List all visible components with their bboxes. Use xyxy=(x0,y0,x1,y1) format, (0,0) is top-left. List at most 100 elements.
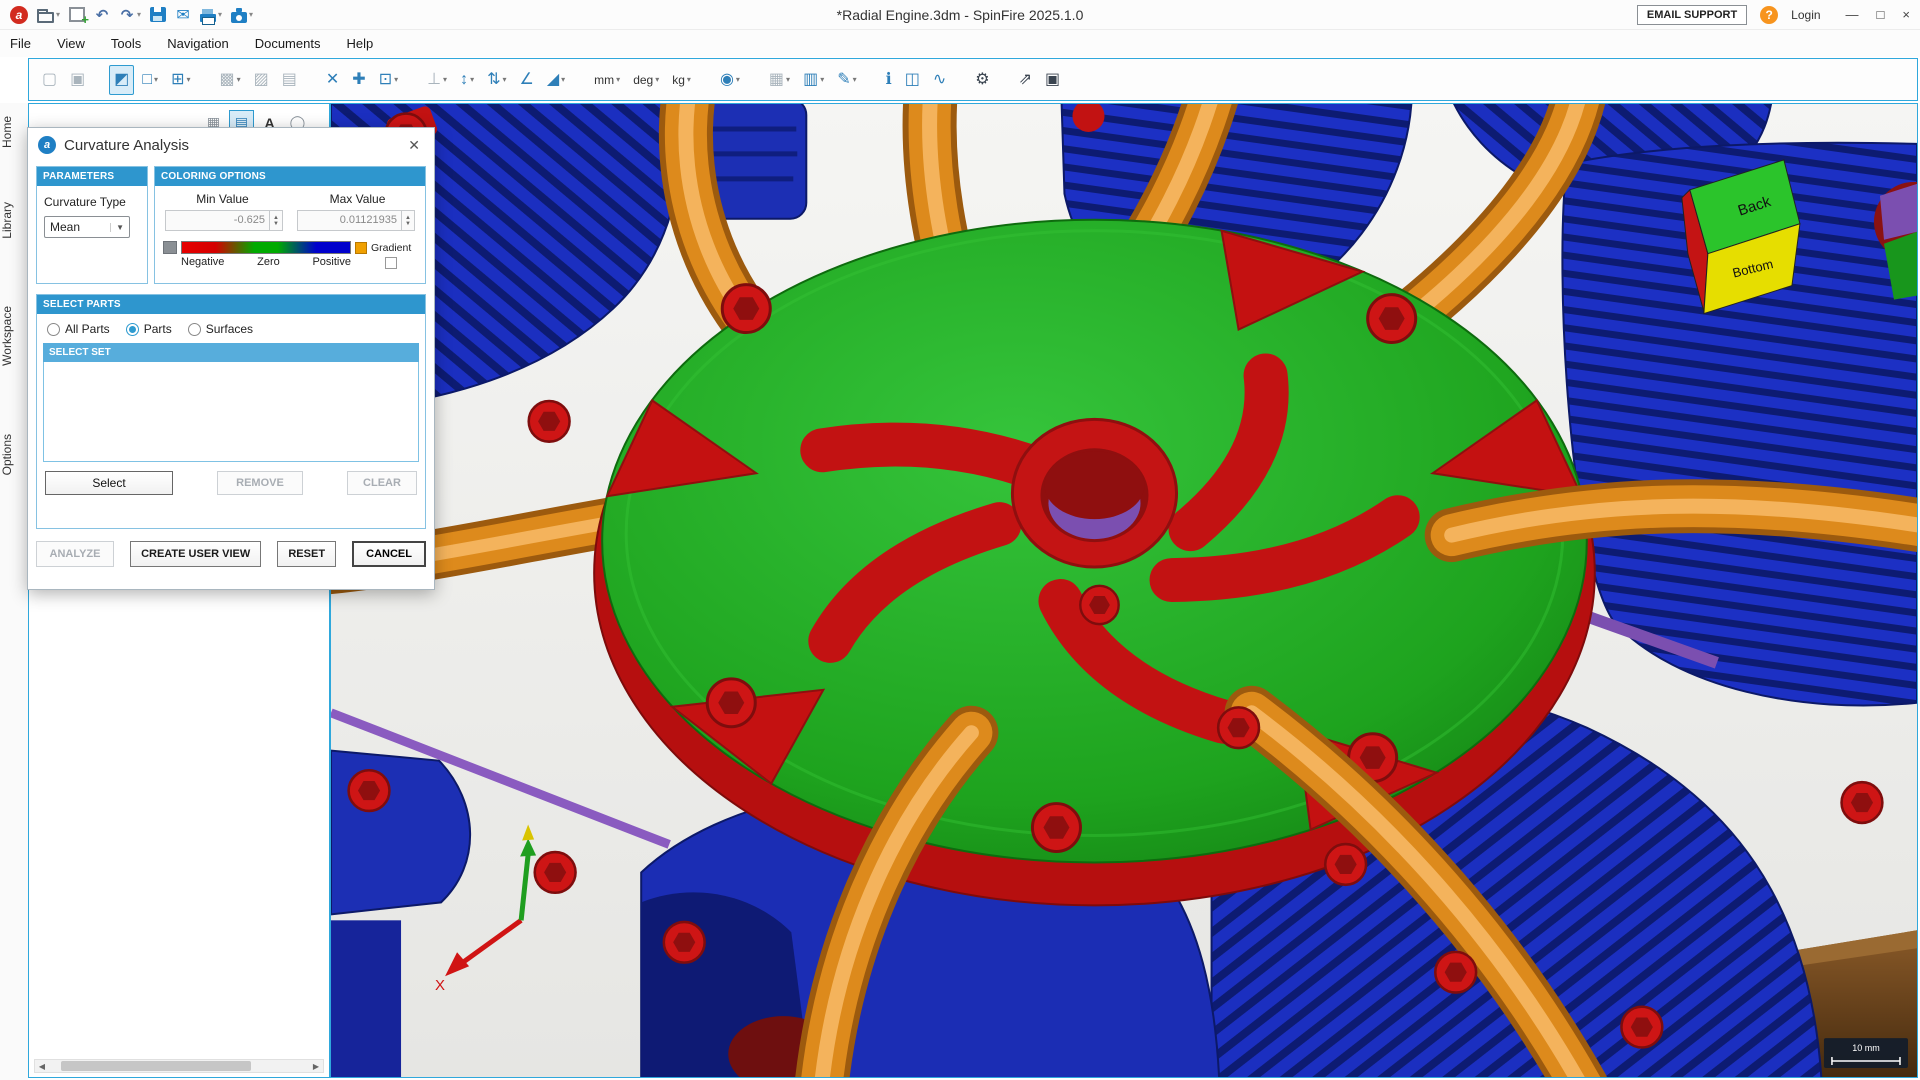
texture-icon[interactable]: ▨ ▾ xyxy=(249,65,274,95)
new-document-icon[interactable]: ▾ xyxy=(69,7,85,22)
presentation-icon[interactable]: ⊡ ▾ xyxy=(374,65,403,95)
menu-navigation[interactable]: Navigation xyxy=(167,36,228,51)
sidebar-tab-workspace[interactable]: Workspace xyxy=(0,306,28,366)
export-icon[interactable]: ⇗ ▾ xyxy=(1014,65,1037,95)
hub[interactable] xyxy=(1012,419,1176,567)
sidebar-tab-home[interactable]: Home xyxy=(0,116,28,148)
curvature-type-select[interactable]: Mean ▼ xyxy=(44,216,130,238)
cam-plate[interactable] xyxy=(594,220,1595,906)
app-logo-icon[interactable]: a ▾ xyxy=(10,6,28,24)
maximize-button[interactable]: □ xyxy=(1877,7,1885,22)
dropdown-caret-icon[interactable]: ▾ xyxy=(616,75,620,84)
email-icon[interactable]: ✉ ▾ xyxy=(175,6,191,24)
bom-icon[interactable]: ▦ ▾ xyxy=(764,65,795,95)
select-set-list[interactable] xyxy=(43,362,419,462)
cancel-button[interactable]: CANCEL xyxy=(352,541,426,567)
select-button[interactable]: Select xyxy=(45,471,173,495)
pmi-box-icon[interactable]: ▤ ▾ xyxy=(277,65,302,95)
close-button[interactable]: × xyxy=(1902,7,1910,22)
max-value-input[interactable]: 0.01121935 ▲▼ xyxy=(297,210,415,231)
dropdown-caret-icon[interactable]: ▾ xyxy=(786,75,790,84)
viewport-layout-icon[interactable]: ⊞ ▾ xyxy=(166,65,195,95)
dropdown-caret-icon[interactable]: ▾ xyxy=(687,75,691,84)
clear-button[interactable]: CLEAR xyxy=(347,471,417,495)
scroll-thumb[interactable] xyxy=(61,1061,251,1071)
dropdown-caret-icon[interactable]: ▾ xyxy=(655,75,659,84)
menu-tools[interactable]: Tools xyxy=(111,36,141,51)
dropdown-caret-icon[interactable]: ▾ xyxy=(502,75,506,84)
dropdown-caret-icon[interactable]: ▾ xyxy=(470,75,474,84)
menu-help[interactable]: Help xyxy=(346,36,373,51)
undo-icon[interactable]: ↶ ▾ xyxy=(94,6,110,24)
measure-distance-icon[interactable]: ↕ ▾ xyxy=(455,65,479,95)
menu-documents[interactable]: Documents xyxy=(255,36,321,51)
save-icon[interactable]: ▾ xyxy=(150,7,166,22)
settings-gear-icon[interactable]: ⚙ ▾ xyxy=(970,65,994,95)
sidebar-tab-library[interactable]: Library xyxy=(0,202,28,239)
horizontal-scrollbar[interactable]: ◀ ▶ xyxy=(34,1059,324,1073)
menu-view[interactable]: View xyxy=(57,36,85,51)
sidebar-tab-options[interactable]: Options xyxy=(0,434,28,475)
material-icon[interactable]: ▩ ▾ xyxy=(214,65,245,95)
new-window-icon[interactable]: ▣ ▾ xyxy=(1040,65,1065,95)
gradient-checkbox[interactable] xyxy=(385,257,397,269)
dropdown-caret-icon[interactable]: ▾ xyxy=(853,75,857,84)
plot-icon[interactable]: ∿ ▾ xyxy=(928,65,951,95)
render-mode-icon[interactable]: ◩ ▾ xyxy=(109,65,134,95)
measure-offset-icon[interactable]: ⇅ ▾ xyxy=(482,65,511,95)
select-parts-icon[interactable]: ▢ ▾ xyxy=(37,65,62,95)
language-globe-icon[interactable]: ◉ ▾ xyxy=(715,65,745,95)
measure-angle-icon[interactable]: ∠ ▾ xyxy=(515,65,539,95)
explode-icon[interactable]: ✚ ▾ xyxy=(347,65,370,95)
spinner-icon[interactable]: ▲▼ xyxy=(401,211,414,230)
radio-surfaces[interactable]: Surfaces xyxy=(188,322,253,336)
dropdown-caret-icon[interactable]: ▾ xyxy=(237,75,241,84)
background-color-icon[interactable]: □ ▾ xyxy=(137,65,163,95)
redo-icon[interactable]: ↷ ▾ xyxy=(119,6,141,24)
analyze-button[interactable]: ANALYZE xyxy=(36,541,114,567)
section-icon[interactable]: ◢ ▾ xyxy=(542,65,570,95)
spinner-icon[interactable]: ▲▼ xyxy=(269,211,282,230)
dropdown-caret-icon[interactable]: ▾ xyxy=(820,75,824,84)
model-views-icon[interactable]: ▥ ▾ xyxy=(798,65,829,95)
dropdown-caret-icon[interactable]: ▾ xyxy=(736,75,740,84)
select-region-icon[interactable]: ▣ ▾ xyxy=(65,65,90,95)
3d-model-scene[interactable]: X 10 mm Back Bottom xyxy=(331,104,1917,1077)
dropdown-caret-icon[interactable]: ▾ xyxy=(56,10,60,19)
min-value-input[interactable]: -0.625 ▲▼ xyxy=(165,210,283,231)
scroll-left-icon[interactable]: ◀ xyxy=(35,1062,49,1071)
snapshot-icon[interactable]: ▾ xyxy=(231,7,253,23)
dropdown-caret-icon[interactable]: ▾ xyxy=(561,75,565,84)
minimize-button[interactable]: — xyxy=(1846,7,1859,22)
info-icon[interactable]: ℹ ▾ xyxy=(881,65,897,95)
unit-deg-select[interactable]: deg ▾ xyxy=(628,65,664,95)
menu-file[interactable]: File xyxy=(10,36,31,51)
dropdown-caret-icon[interactable]: ▾ xyxy=(249,10,253,19)
radio-all-parts[interactable]: All Parts xyxy=(47,322,110,336)
remove-button[interactable]: REMOVE xyxy=(217,471,303,495)
probe-icon[interactable]: ⊥ ▾ xyxy=(422,65,452,95)
create-user-view-button[interactable]: CREATE USER VIEW xyxy=(130,541,261,567)
dropdown-caret-icon[interactable]: ▾ xyxy=(394,75,398,84)
compare-icon[interactable]: ✕ ▾ xyxy=(321,65,344,95)
help-icon[interactable]: ? xyxy=(1760,6,1778,24)
email-support-button[interactable]: EMAIL SUPPORT xyxy=(1637,5,1747,25)
reset-button[interactable]: RESET xyxy=(277,541,336,567)
login-button[interactable]: Login xyxy=(1791,8,1820,22)
open-file-icon[interactable]: ▾ xyxy=(37,7,60,23)
dropdown-caret-icon[interactable]: ▾ xyxy=(154,75,158,84)
dropdown-caret-icon[interactable]: ▾ xyxy=(218,10,222,19)
dialog-close-icon[interactable]: ✕ xyxy=(404,135,424,156)
print-icon[interactable]: ▾ xyxy=(200,8,222,22)
dropdown-caret-icon[interactable]: ▾ xyxy=(137,10,141,19)
unit-kg-select[interactable]: kg ▾ xyxy=(667,65,696,95)
dropdown-caret-icon[interactable]: ▾ xyxy=(443,75,447,84)
dialog-titlebar[interactable]: a Curvature Analysis ✕ xyxy=(28,128,434,162)
markup-pin-icon[interactable]: ✎ ▾ xyxy=(832,65,861,95)
radio-parts[interactable]: Parts xyxy=(126,322,172,336)
dropdown-caret-icon[interactable]: ▾ xyxy=(186,75,190,84)
viewport[interactable]: X 10 mm Back Bottom xyxy=(331,104,1917,1077)
unit-mm-select[interactable]: mm ▾ xyxy=(589,65,625,95)
scroll-right-icon[interactable]: ▶ xyxy=(309,1062,323,1071)
statistics-icon[interactable]: ◫ ▾ xyxy=(900,65,925,95)
